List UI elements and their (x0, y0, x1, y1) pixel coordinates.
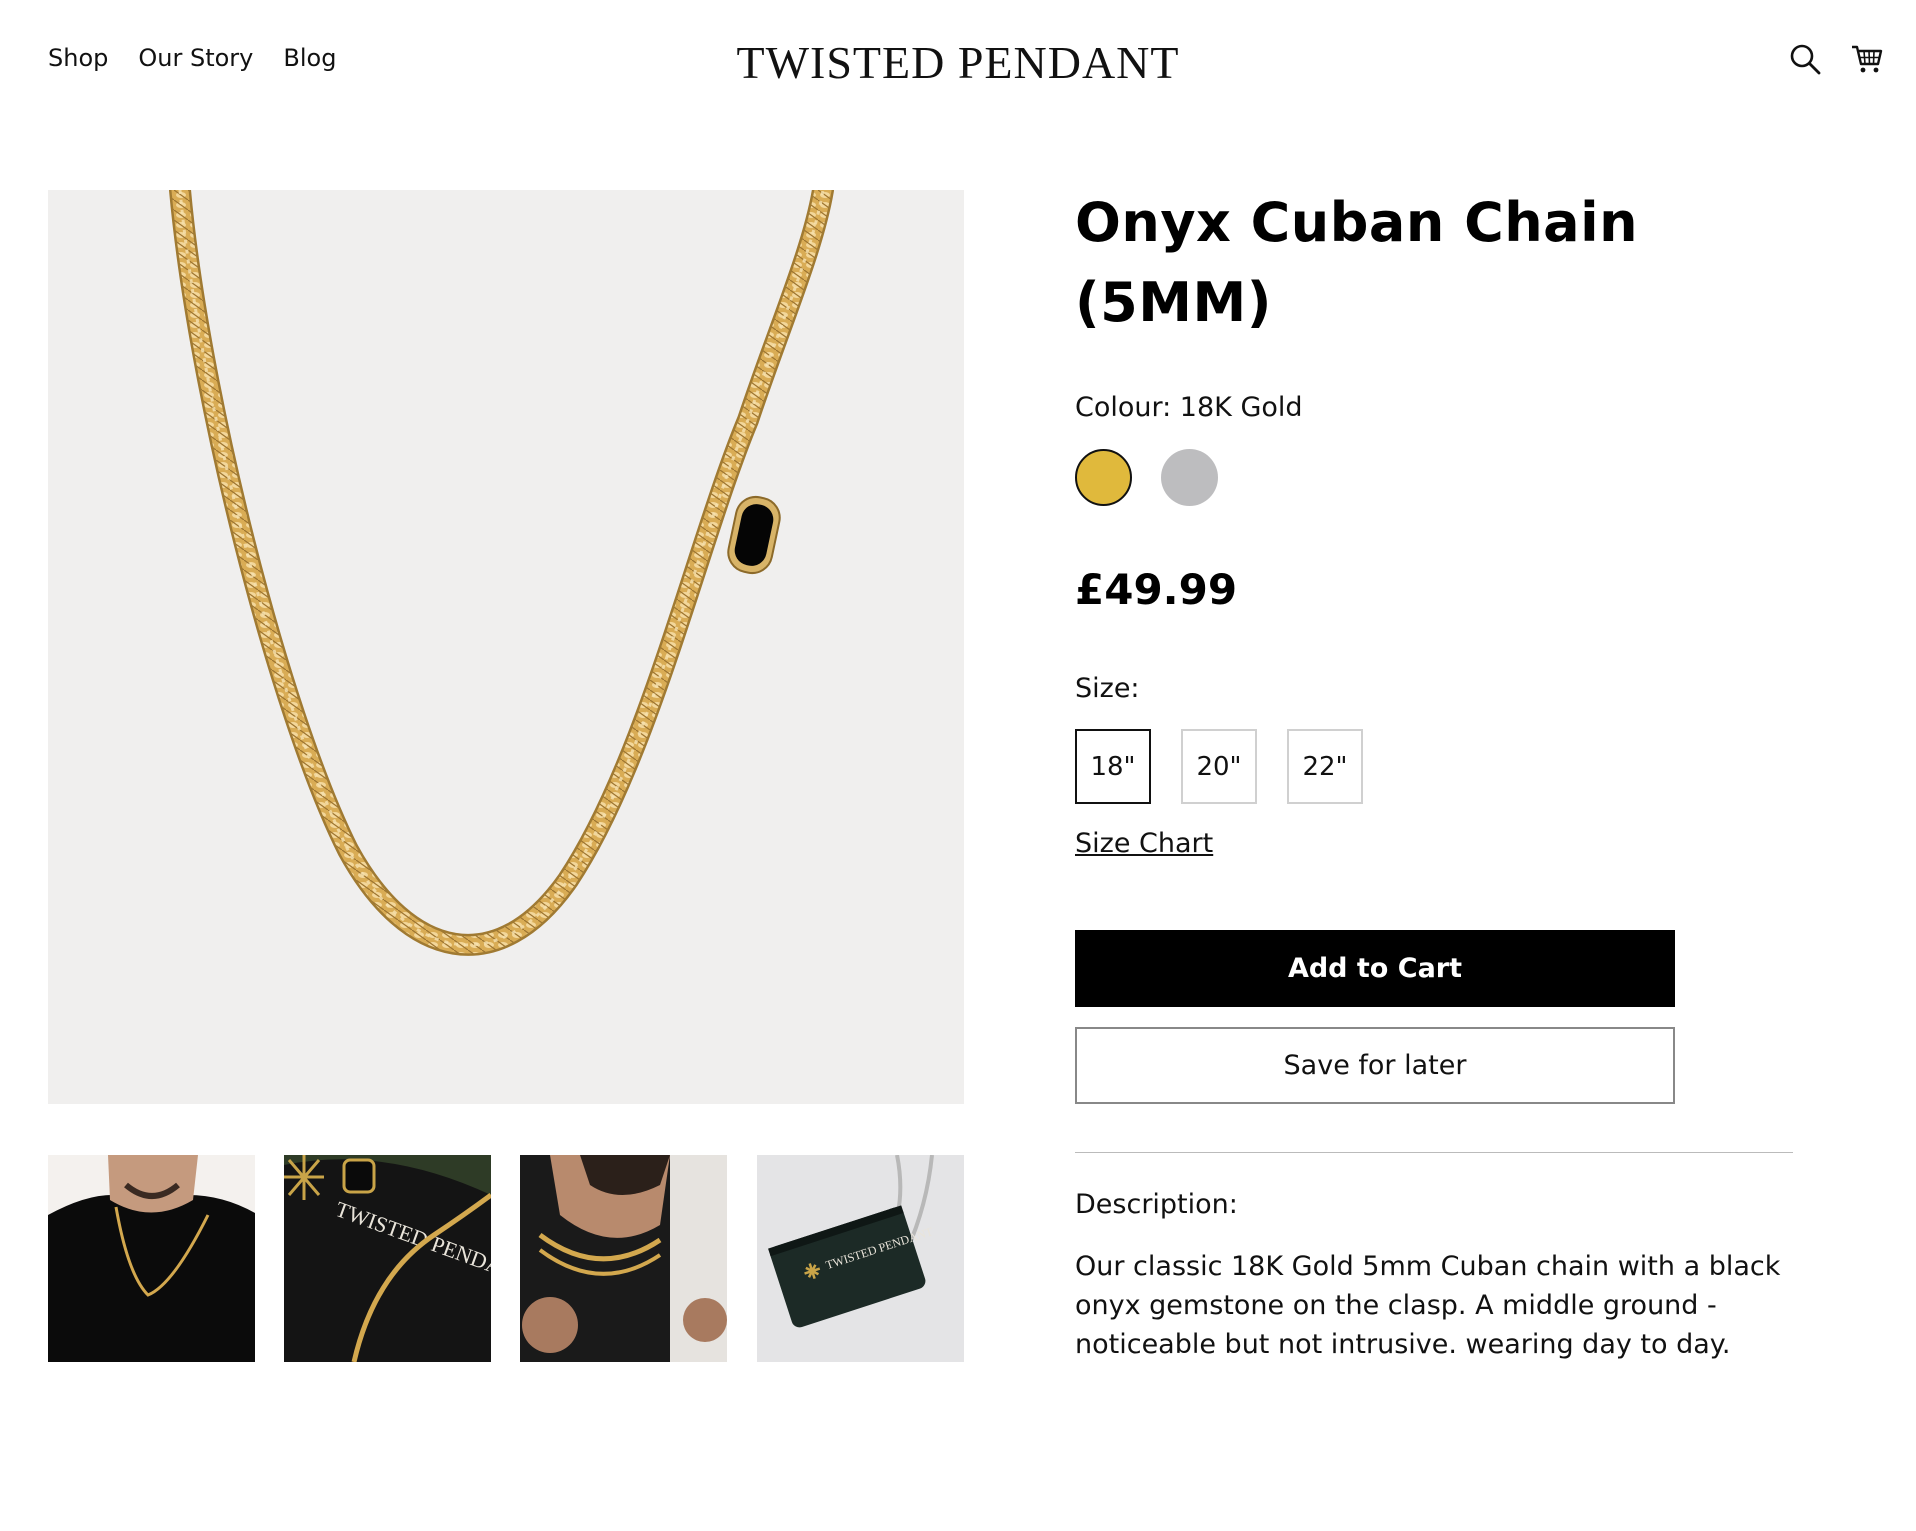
colour-swatch-gold[interactable] (1075, 449, 1132, 506)
description-text: Our classic 18K Gold 5mm Cuban chain wit… (1075, 1251, 1781, 1360)
product-title-line1: Onyx Cuban Chain (1075, 191, 1639, 254)
colour-swatch-silver[interactable] (1161, 449, 1218, 506)
site-header: Shop Our Story Blog TWISTED PENDANT (0, 0, 1916, 122)
product-title: Onyx Cuban Chain (5MM) (1075, 183, 1775, 343)
brand-logo[interactable]: TWISTED PENDANT (0, 36, 1916, 89)
size-option-22[interactable]: 22" (1287, 729, 1363, 804)
save-for-later-button[interactable]: Save for later (1075, 1027, 1675, 1104)
search-icon[interactable] (1788, 42, 1822, 76)
size-option-18[interactable]: 18" (1075, 729, 1151, 804)
thumbnail-1[interactable] (48, 1155, 255, 1362)
size-label: Size: (1075, 673, 1140, 704)
onyx-clasp (727, 495, 781, 575)
thumbnail-4[interactable]: TWISTED PENDANT (757, 1155, 964, 1362)
size-option-20[interactable]: 20" (1181, 729, 1257, 804)
thumbnail-strip: TWISTED PENDANT TWISTED PENDANT (48, 1155, 964, 1362)
product-price: £49.99 (1075, 565, 1238, 614)
thumbnail-2[interactable]: TWISTED PENDANT (284, 1155, 491, 1362)
description-label: Description: (1075, 1189, 1238, 1220)
divider (1075, 1152, 1793, 1153)
thumbnail-3[interactable] (520, 1155, 727, 1362)
header-actions (1788, 42, 1884, 76)
size-chart-link[interactable]: Size Chart (1075, 828, 1213, 859)
product-title-line2: (5MM) (1075, 271, 1272, 334)
cart-icon[interactable] (1850, 42, 1884, 76)
product-main-image[interactable] (48, 190, 964, 1104)
add-to-cart-button[interactable]: Add to Cart (1075, 930, 1675, 1007)
colour-label: Colour: 18K Gold (1075, 392, 1303, 423)
